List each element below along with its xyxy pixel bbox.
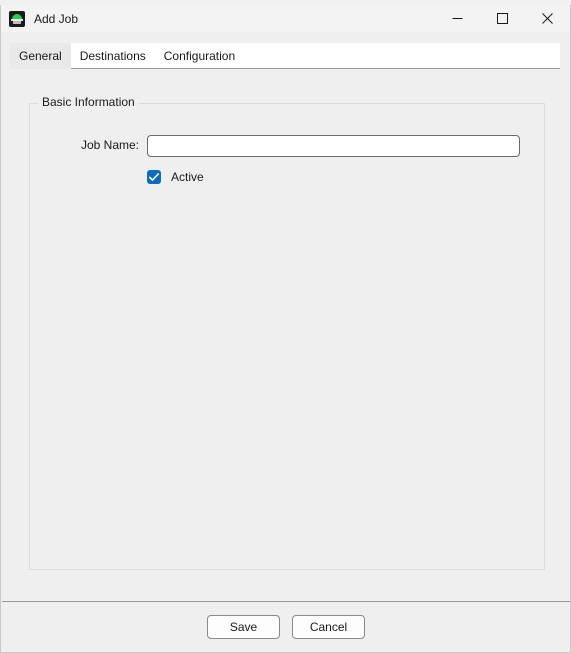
job-name-label: Job Name: (80, 138, 139, 152)
checkmark-icon (149, 173, 159, 181)
cancel-button[interactable]: Cancel (292, 615, 365, 639)
tab-destinations[interactable]: Destinations (71, 43, 155, 69)
app-logo-icon (9, 10, 25, 27)
tab-configuration-label: Configuration (163, 49, 236, 63)
maximize-icon (497, 13, 508, 24)
add-job-window: Add Job General Destinations Configurati… (0, 5, 571, 653)
group-title: Basic Information (38, 95, 139, 109)
tab-general[interactable]: General (10, 43, 71, 69)
window-title: Add Job (34, 11, 79, 26)
tab-general-label: General (19, 49, 62, 63)
minimize-icon (452, 18, 463, 19)
tab-strip: General Destinations Configuration (10, 43, 560, 69)
tab-list: General Destinations Configuration (10, 43, 244, 69)
window-controls (435, 5, 570, 32)
title-bar: Add Job (1, 5, 570, 32)
background-window-text: HAVE TO RECEIVE VOICES BY ACCESSING YOUR… (28, 0, 571, 4)
minimize-button[interactable] (435, 5, 480, 32)
close-button[interactable] (525, 5, 570, 32)
job-name-row: Job Name: (29, 135, 545, 157)
general-tab-panel: Basic Information Job Name: Active (2, 69, 570, 600)
tab-destinations-label: Destinations (79, 49, 146, 63)
maximize-button[interactable] (480, 5, 525, 32)
active-checkbox-label: Active (171, 170, 204, 184)
active-checkbox-row[interactable]: Active (147, 170, 204, 184)
add-job-dialog-screen: HAVE TO RECEIVE VOICES BY ACCESSING YOUR… (0, 0, 571, 653)
job-name-input[interactable] (147, 135, 520, 157)
basic-information-group: Basic Information Job Name: Active (29, 95, 545, 570)
active-checkbox[interactable] (147, 170, 161, 184)
tab-configuration[interactable]: Configuration (155, 43, 244, 69)
save-button[interactable]: Save (207, 615, 280, 639)
group-border (29, 103, 545, 570)
app-logo-legs (13, 20, 21, 24)
dialog-footer: Save Cancel (2, 601, 570, 652)
close-icon (542, 13, 553, 24)
footer-button-group: Save Cancel (2, 602, 570, 652)
